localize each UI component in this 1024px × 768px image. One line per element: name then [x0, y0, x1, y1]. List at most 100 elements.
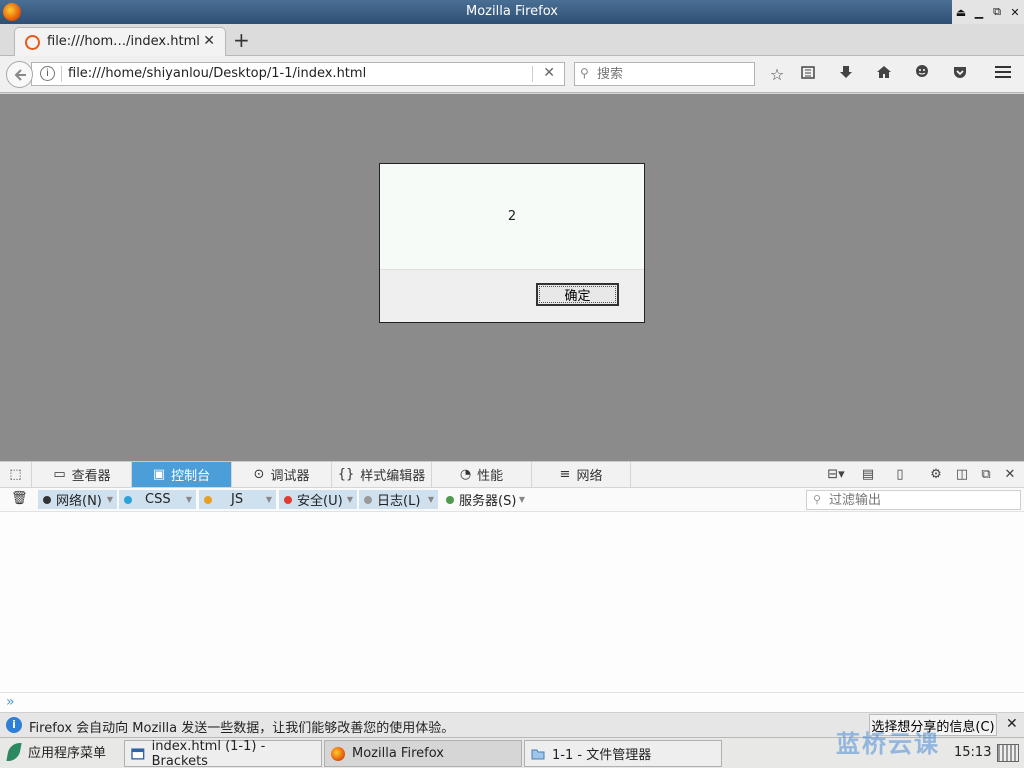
console-prompt-icon: »	[6, 694, 15, 710]
window-icon	[131, 747, 145, 760]
tab-inspector[interactable]: ▭ 查看器	[33, 462, 132, 487]
hello-chat-icon[interactable]	[911, 64, 933, 86]
clock: 15:13	[954, 745, 992, 760]
element-picker-icon[interactable]: ⬚	[0, 462, 32, 487]
urlbar-divider	[532, 66, 533, 82]
browser-tab[interactable]: file:///hom…/index.html ✕	[14, 27, 226, 56]
responsive-design-icon[interactable]: ▯	[891, 466, 909, 484]
tab-debugger[interactable]: ⊙ 调试器	[232, 462, 332, 487]
shade-icon[interactable]: ⏏	[952, 0, 970, 24]
clear-console-trash-icon[interactable]: 🗑	[11, 491, 28, 506]
console-output	[0, 512, 1024, 692]
search-icon: ⚲	[813, 493, 822, 506]
window-titlebar: Mozilla Firefox ⏏ ▁ ⧉ ✕	[0, 0, 1024, 24]
search-input[interactable]	[597, 65, 747, 83]
alert-message: 2	[507, 209, 517, 224]
chevron-down-icon: ▼	[518, 495, 525, 504]
page-content: 2 确定	[0, 94, 1024, 461]
firefox-logo-icon	[331, 746, 345, 761]
ok-button[interactable]: 确定	[536, 283, 619, 306]
tab-close-icon[interactable]: ✕	[203, 33, 215, 49]
filter-dot	[364, 495, 372, 504]
applications-menu[interactable]: 应用程序菜单	[6, 742, 107, 761]
console-input[interactable]: »	[0, 692, 1024, 713]
filter-css[interactable]: CSS ▼	[119, 490, 196, 509]
home-icon[interactable]	[873, 64, 895, 86]
filter-dot	[284, 495, 292, 504]
devtools-tabbar: ⬚ ▭ 查看器 ▣ 控制台 ⊙ 调试器 {} 样式编辑器 ◔ 性能 ≡ 网络 ⊟▾ ▤ ▯ …	[0, 462, 1024, 488]
restore-icon[interactable]: ⧉	[988, 0, 1006, 24]
taskbar: 应用程序菜单 index.html (1-1) - Brackets Mozil…	[0, 730, 1024, 768]
filter-dot	[124, 495, 132, 504]
chevron-down-icon: ▼	[346, 495, 353, 504]
settings-gear-icon[interactable]: ⚙	[927, 466, 945, 484]
console-filter-bar: 🗑 网络(N) ▼ CSS ▼ JS ▼ 安全(U) ▼ 日志(L) ▼ 服务器(S) ▼ …	[0, 488, 1024, 512]
downloads-icon[interactable]	[835, 64, 857, 86]
chevron-down-icon: ▼	[185, 495, 192, 504]
watermark-logo: 蓝桥云课	[836, 730, 940, 758]
tab-network[interactable]: ≡ 网络	[532, 462, 631, 487]
filter-dot	[446, 495, 454, 504]
split-console-icon[interactable]: ▤	[859, 466, 877, 484]
filter-js[interactable]: JS ▼	[199, 490, 276, 509]
info-icon: i	[6, 717, 22, 733]
inspector-icon: ▭	[53, 467, 66, 482]
chevron-down-icon: ▼	[106, 495, 113, 504]
url-text[interactable]: file:///home/shiyanlou/Desktop/1-1/index…	[68, 66, 366, 81]
filter-logging[interactable]: 日志(L) ▼	[359, 490, 438, 509]
hamburger-menu-icon[interactable]	[992, 64, 1014, 86]
filter-output-input[interactable]	[829, 492, 1014, 508]
new-tab-icon[interactable]: +	[233, 28, 250, 52]
navigation-toolbar: i file:///home/shiyanlou/Desktop/1-1/ind…	[0, 56, 1024, 93]
chevron-down-icon: ▼	[265, 495, 272, 504]
filter-network[interactable]: 网络(N) ▼	[38, 490, 117, 509]
clear-url-icon[interactable]: ✕	[543, 65, 555, 81]
task-file-manager[interactable]: 1-1 - 文件管理器	[524, 740, 722, 767]
bookmark-star-icon[interactable]: ☆	[766, 64, 788, 86]
task-firefox[interactable]: Mozilla Firefox	[324, 740, 522, 767]
urlbar-divider	[61, 66, 62, 82]
filter-dot	[204, 495, 212, 504]
tab-favicon-icon	[25, 35, 40, 50]
filter-dot	[43, 495, 51, 504]
alert-dialog: 2 确定	[379, 163, 645, 323]
site-info-icon[interactable]: i	[40, 66, 55, 81]
minimize-icon[interactable]: ▁	[970, 0, 988, 24]
dock-side-icon[interactable]: ◫	[953, 466, 971, 484]
back-button[interactable]	[6, 61, 33, 88]
filter-output-field[interactable]: ⚲	[806, 490, 1021, 510]
applications-menu-label: 应用程序菜单	[28, 746, 107, 761]
tab-performance[interactable]: ◔ 性能	[432, 462, 532, 487]
filter-security[interactable]: 安全(U) ▼	[279, 490, 357, 509]
app-menu-leaf-icon	[6, 742, 22, 761]
tab-title: file:///hom…/index.html	[47, 34, 200, 49]
console-icon: ▣	[152, 467, 166, 482]
window-controls: ⏏ ▁ ⧉ ✕	[952, 0, 1024, 24]
debugger-icon: ⊙	[253, 467, 265, 482]
undock-window-icon[interactable]: ⧉	[977, 466, 995, 484]
window-title: Mozilla Firefox	[466, 4, 558, 19]
search-icon: ⚲	[580, 66, 589, 80]
task-brackets[interactable]: index.html (1-1) - Brackets	[124, 739, 322, 768]
keyboard-icon[interactable]	[997, 744, 1019, 762]
bookmarks-menu-icon[interactable]	[797, 64, 819, 86]
tab-style-editor[interactable]: {} 样式编辑器	[332, 462, 432, 487]
folder-icon	[531, 749, 545, 759]
search-bar[interactable]: ⚲	[574, 62, 755, 86]
network-icon: ≡	[559, 467, 571, 482]
back-arrow-icon	[14, 68, 26, 81]
close-window-icon[interactable]: ✕	[1006, 0, 1024, 24]
url-bar[interactable]: i file:///home/shiyanlou/Desktop/1-1/ind…	[31, 62, 565, 86]
close-notification-icon[interactable]: ✕	[1006, 716, 1018, 732]
dock-layout-icon[interactable]: ⊟▾	[822, 466, 850, 484]
devtools-panel: ⬚ ▭ 查看器 ▣ 控制台 ⊙ 调试器 {} 样式编辑器 ◔ 性能 ≡ 网络 ⊟▾ ▤ ▯ …	[0, 461, 1024, 712]
performance-icon: ◔	[459, 467, 472, 482]
tab-strip: file:///hom…/index.html ✕ +	[0, 24, 1024, 56]
filter-server[interactable]: 服务器(S) ▼	[441, 490, 529, 509]
notification-text: Firefox 会自动向 Mozilla 发送一些数据，让我们能够改善您的使用体…	[29, 721, 455, 736]
close-devtools-icon[interactable]: ✕	[1001, 466, 1019, 484]
chevron-down-icon: ▼	[427, 495, 434, 504]
tab-console[interactable]: ▣ 控制台	[132, 462, 232, 487]
style-editor-icon: {}	[337, 467, 355, 482]
pocket-icon[interactable]	[949, 64, 971, 86]
